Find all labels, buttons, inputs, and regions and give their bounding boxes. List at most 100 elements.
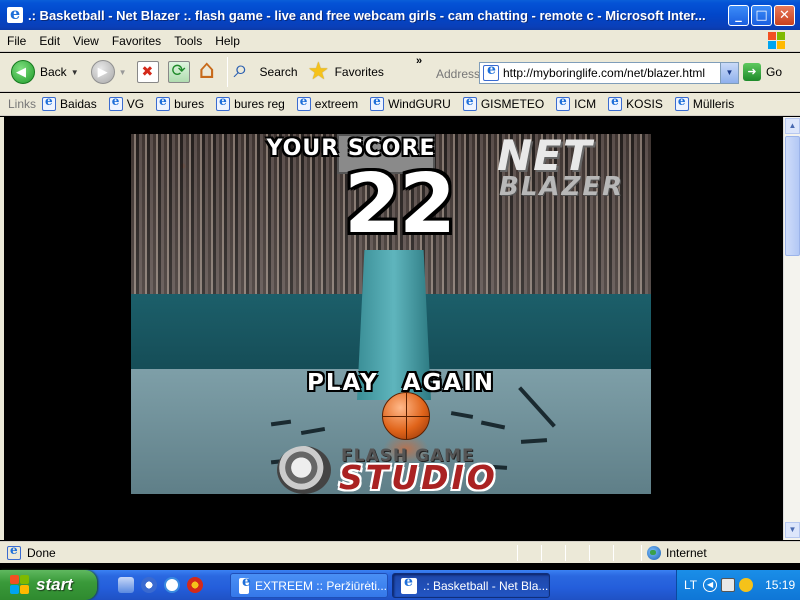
refresh-button[interactable]: [167, 56, 190, 88]
status-separator: [641, 545, 642, 561]
toolbar-separator: [226, 57, 228, 87]
address-dropdown-icon[interactable]: ▼: [720, 63, 738, 83]
media-player-icon[interactable]: [141, 577, 157, 593]
quick-launch: [118, 577, 210, 593]
menu-help[interactable]: Help: [215, 34, 240, 48]
zone-label: Internet: [666, 546, 707, 560]
home-button[interactable]: [199, 55, 221, 88]
link-label: Baidas: [60, 97, 97, 111]
address-input[interactable]: http://myboringlife.com/net/blazer.html: [503, 66, 718, 80]
link-page-icon: [296, 94, 311, 111]
vertical-scrollbar[interactable]: ▲ ▼: [783, 117, 800, 540]
link-baidas[interactable]: Baidas: [42, 94, 97, 111]
taskbar-item-basketball[interactable]: .: Basketball - Net Bla...: [392, 573, 550, 598]
search-icon: [234, 54, 256, 85]
close-button[interactable]: ✕: [774, 5, 795, 26]
minimize-button[interactable]: _: [728, 5, 749, 26]
favorites-button[interactable]: Favorites: [308, 56, 384, 88]
links-label: Links: [8, 97, 37, 111]
link-label: KOSIS: [626, 97, 663, 111]
menu-edit[interactable]: Edit: [39, 34, 60, 48]
court-marking: [450, 411, 474, 419]
favorites-star-icon: [308, 57, 330, 85]
court-marking: [480, 420, 506, 430]
link-icm[interactable]: ICM: [556, 94, 596, 111]
link-page-icon: [370, 94, 385, 111]
court-marking: [518, 386, 556, 428]
link-label: VG: [126, 97, 145, 111]
page-icon: [483, 62, 499, 81]
window-title-bar[interactable]: .: Basketball - Net Blazer :. flash game…: [0, 0, 800, 30]
link-extreem[interactable]: extreem: [296, 94, 359, 111]
link-bures-reg[interactable]: bures reg: [216, 94, 285, 111]
scroll-down-arrow-icon[interactable]: ▼: [785, 522, 800, 538]
address-label: Address: [436, 67, 481, 81]
studio-logo-main[interactable]: STUDIO: [339, 460, 498, 495]
address-bar[interactable]: http://myboringlife.com/net/blazer.html …: [479, 62, 739, 84]
stop-button[interactable]: [136, 56, 159, 88]
link-label: extreem: [314, 97, 359, 111]
go-button[interactable]: ➜ Go: [743, 63, 782, 81]
forward-dropdown-icon[interactable]: ▼: [119, 68, 127, 77]
link-page-icon: [108, 94, 123, 111]
scroll-thumb[interactable]: [785, 136, 800, 256]
link-page-icon: [608, 94, 623, 111]
taskbar-item-label: EXTREEM :: Peržiūrėti...: [254, 578, 387, 593]
go-label: Go: [766, 65, 783, 79]
menu-bar: File Edit View Favorites Tools Help: [0, 30, 800, 52]
user-tray-icon[interactable]: [739, 578, 754, 592]
link-windguru[interactable]: WindGURU: [370, 94, 451, 111]
taskbar-item-label: .: Basketball - Net Bla...: [423, 578, 549, 593]
link-kosis[interactable]: KOSIS: [608, 94, 663, 111]
back-label: Back: [40, 65, 67, 79]
link-page-icon: [462, 94, 477, 111]
network-tray-icon[interactable]: [721, 578, 736, 592]
link-bures[interactable]: bures: [156, 94, 205, 111]
link-page-icon: [156, 94, 171, 111]
search-button[interactable]: Search: [234, 54, 298, 88]
link-mulleris[interactable]: Mülleris: [674, 94, 734, 111]
windows-flag-icon: [10, 575, 30, 595]
status-text: Done: [27, 545, 56, 560]
system-tray: LT ◀ 15:19: [676, 570, 800, 600]
menu-favorites[interactable]: Favorites: [112, 34, 161, 48]
court-marking: [270, 419, 292, 427]
taskbar-item-extreem[interactable]: EXTREEM :: Peržiūrėti...: [230, 573, 388, 598]
link-vg[interactable]: VG: [108, 94, 145, 111]
start-button[interactable]: start: [0, 570, 97, 600]
taskbar-ie-icon: [239, 574, 251, 594]
internet-explorer-quicklaunch-icon[interactable]: [164, 577, 180, 593]
status-separator: [541, 545, 542, 561]
tray-expand-chevron-icon[interactable]: ◀: [703, 578, 718, 592]
studio-emblem-icon[interactable]: [277, 446, 331, 494]
start-label: start: [36, 575, 73, 594]
taskbar-ie-icon: [401, 574, 417, 594]
maximize-button[interactable]: □: [751, 5, 772, 26]
toolbar-overflow-chevron[interactable]: »: [416, 55, 422, 67]
internet-explorer-icon[interactable]: [7, 4, 23, 23]
clock[interactable]: 15:19: [765, 578, 795, 592]
status-separator: [589, 545, 590, 561]
forward-arrow-icon: [90, 60, 115, 84]
link-label: bures: [174, 97, 205, 111]
menu-tools[interactable]: Tools: [174, 34, 202, 48]
refresh-icon: [167, 61, 190, 83]
scroll-up-arrow-icon[interactable]: ▲: [785, 118, 800, 134]
score-value: 22: [343, 157, 456, 252]
court-marking: [520, 438, 548, 444]
flash-game-canvas[interactable]: YOUR SCORE 22 NET BLAZER PLAY AGAIN FLAS…: [131, 134, 651, 494]
back-button[interactable]: Back ▼: [11, 56, 79, 88]
menu-file[interactable]: File: [7, 34, 26, 48]
show-desktop-icon[interactable]: [118, 577, 134, 593]
status-separator: [565, 545, 566, 561]
link-gismeteo[interactable]: GISMETEO: [462, 94, 544, 111]
court-marking: [300, 426, 326, 436]
security-zone[interactable]: Internet: [647, 546, 707, 560]
language-indicator[interactable]: LT: [684, 578, 697, 592]
basketball-icon[interactable]: [382, 392, 430, 440]
link-page-icon: [674, 94, 689, 111]
opera-icon[interactable]: [187, 577, 203, 593]
back-dropdown-icon[interactable]: ▼: [71, 68, 79, 77]
forward-button[interactable]: ▼: [90, 56, 127, 88]
menu-view[interactable]: View: [73, 34, 99, 48]
